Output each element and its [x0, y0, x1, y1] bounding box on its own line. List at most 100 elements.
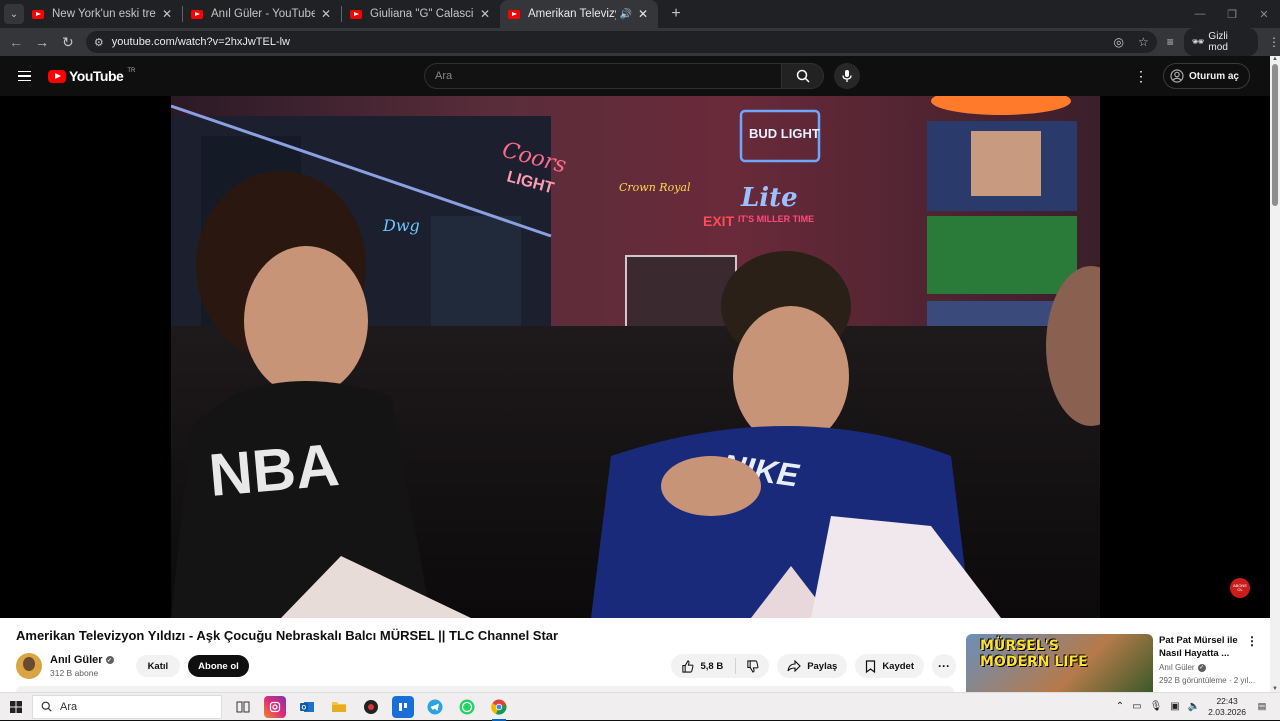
- suggested-channel[interactable]: Anıl Güler: [1159, 663, 1195, 672]
- watch-metadata: Amerikan Televizyon Yıldızı - Aşk Çocuğu…: [0, 618, 1270, 692]
- svg-text:NBA: NBA: [206, 431, 341, 509]
- suggested-meta: 292 B görüntüleme · 2 yıl...: [1159, 676, 1256, 685]
- suggested-title[interactable]: Pat Pat Mürsel ile Nasıl Hayatta ...: [1159, 634, 1249, 660]
- incognito-label: Gizli mod: [1208, 31, 1228, 53]
- svg-text:IT'S MILLER TIME: IT'S MILLER TIME: [738, 214, 814, 224]
- chrome-icon[interactable]: [488, 696, 510, 721]
- sign-in-label: Oturum aç: [1188, 70, 1239, 82]
- restore-icon[interactable]: ❐: [1216, 8, 1248, 21]
- share-label: Paylaş: [807, 660, 838, 672]
- notifications-icon[interactable]: ▤: [1254, 700, 1270, 714]
- close-icon[interactable]: ✕: [160, 7, 174, 21]
- suggested-video[interactable]: MÜRSEL'S MODERN LIFE Pat Pat Mürsel ile …: [966, 634, 1266, 692]
- site-info-icon[interactable]: ⚙: [94, 36, 104, 49]
- search-input[interactable]: [435, 70, 781, 82]
- more-vert-icon[interactable]: ⋮: [1246, 634, 1258, 648]
- device-icon[interactable]: ▭: [1132, 701, 1141, 712]
- url-text[interactable]: youtube.com/watch?v=2hxJwTEL-lw: [112, 36, 1114, 48]
- subscribe-watermark[interactable]: ABONE OL: [1230, 578, 1250, 598]
- incognito-badge[interactable]: 🕶 Gizli mod: [1183, 28, 1258, 56]
- menu-icon[interactable]: [0, 70, 48, 82]
- black-app-icon[interactable]: [360, 696, 382, 718]
- voice-search-button[interactable]: [834, 63, 860, 89]
- taskbar-clock[interactable]: 22:43 2.03.2026: [1208, 696, 1246, 718]
- media-control-icon[interactable]: ≡: [1167, 35, 1174, 49]
- browser-toolbar: ← → ↻ ⚙ youtube.com/watch?v=2hxJwTEL-lw …: [0, 28, 1280, 56]
- start-button[interactable]: [0, 700, 32, 713]
- video-frame[interactable]: Coors LIGHT Crown Royal BUD LIGHT Lite I…: [171, 96, 1100, 618]
- close-icon[interactable]: ✕: [636, 7, 650, 21]
- scroll-up-arrow-icon[interactable]: ▲: [1270, 56, 1280, 62]
- incognito-icon: 🕶: [1191, 36, 1205, 48]
- microphone-icon[interactable]: 🎙: [1150, 701, 1163, 712]
- clock-date: 2.03.2026: [1208, 706, 1246, 717]
- join-button[interactable]: Katıl: [135, 655, 181, 677]
- subscribe-button[interactable]: Abone ol: [188, 655, 249, 677]
- new-tab-button[interactable]: +: [664, 5, 688, 23]
- like-count: 5,8 B: [700, 660, 724, 672]
- tab-title: Anıl Güler - YouTube: [211, 8, 315, 20]
- file-explorer-icon[interactable]: [328, 696, 350, 718]
- windows-logo-icon: [10, 700, 22, 713]
- browser-tab-strip: ⌄ New York'un eski tren yolunda ✕ Anıl G…: [0, 0, 1280, 28]
- browser-tab[interactable]: Anıl Güler - YouTube ✕: [183, 0, 341, 28]
- browser-menu-icon[interactable]: ⋮: [1268, 35, 1280, 49]
- share-icon: [787, 660, 801, 672]
- more-actions-button[interactable]: ···: [932, 654, 956, 678]
- logo-text: YouTube: [69, 68, 124, 84]
- taskbar-search[interactable]: Ara: [32, 694, 222, 719]
- youtube-logo-icon: [48, 69, 66, 83]
- video-player[interactable]: Coors LIGHT Crown Royal BUD LIGHT Lite I…: [0, 96, 1270, 618]
- forward-button[interactable]: →: [30, 30, 54, 54]
- youtube-header: YouTube TR ⋮ Oturum aç: [0, 56, 1270, 96]
- chevron-up-icon[interactable]: ⌃: [1116, 701, 1124, 712]
- country-code: TR: [127, 68, 136, 74]
- avatar[interactable]: [16, 653, 42, 679]
- tab-search-button[interactable]: ⌄: [4, 4, 24, 24]
- eye-off-icon[interactable]: ◎: [1113, 35, 1123, 49]
- close-icon[interactable]: ✕: [319, 7, 333, 21]
- video-title: Amerikan Televizyon Yıldızı - Aşk Çocuğu…: [16, 628, 559, 643]
- svg-text:Dwg: Dwg: [382, 216, 420, 235]
- browser-tab-active[interactable]: Amerikan Televizyon Yıldızı 🔊 ✕: [500, 0, 658, 28]
- save-button[interactable]: Kaydet: [855, 654, 924, 678]
- reload-button[interactable]: ↻: [56, 30, 80, 54]
- suggested-thumbnail[interactable]: MÜRSEL'S MODERN LIFE: [966, 634, 1153, 692]
- svg-text:Crown Royal: Crown Royal: [619, 181, 691, 194]
- dislike-button[interactable]: [736, 659, 769, 673]
- back-button[interactable]: ←: [4, 30, 28, 54]
- svg-text:BUD LIGHT: BUD LIGHT: [749, 126, 820, 141]
- minimize-icon[interactable]: —: [1184, 8, 1216, 21]
- sign-in-button[interactable]: Oturum aç: [1162, 63, 1250, 89]
- scrollbar-thumb[interactable]: [1272, 64, 1278, 206]
- instagram-icon[interactable]: [264, 695, 286, 718]
- microphone-icon: [842, 70, 852, 82]
- browser-tab[interactable]: New York'un eski tren yolunda ✕: [24, 0, 182, 28]
- close-window-icon[interactable]: ✕: [1248, 8, 1280, 21]
- address-bar[interactable]: ⚙ youtube.com/watch?v=2hxJwTEL-lw ◎ ☆: [85, 31, 1157, 53]
- page-scrollbar[interactable]: ▲ ▼: [1270, 56, 1280, 692]
- channel-name[interactable]: Anıl Güler: [50, 654, 103, 666]
- whatsapp-icon[interactable]: [456, 696, 478, 718]
- thumbnail-text: MODERN LIFE: [980, 654, 1088, 670]
- search-icon: [41, 701, 52, 712]
- volume-icon[interactable]: 🔈: [1188, 701, 1200, 712]
- task-view-icon[interactable]: [232, 696, 254, 718]
- like-button[interactable]: 5,8 B: [671, 658, 737, 674]
- bookmark-star-icon[interactable]: ☆: [1138, 35, 1149, 49]
- browser-tab[interactable]: Giuliana "G" Calascibetta - You ✕: [342, 0, 500, 28]
- youtube-logo[interactable]: YouTube TR: [48, 68, 135, 84]
- network-icon[interactable]: ▣: [1170, 701, 1179, 712]
- telegram-icon[interactable]: [424, 696, 446, 718]
- share-button[interactable]: Paylaş: [777, 654, 848, 678]
- search-button[interactable]: [782, 63, 824, 89]
- windows-taskbar: Ara O ⌃ ▭ 🎙 ▣ �: [0, 692, 1280, 721]
- settings-more-icon[interactable]: ⋮: [1133, 68, 1149, 85]
- like-dislike-group: 5,8 B: [671, 654, 770, 678]
- search-box[interactable]: [424, 63, 782, 89]
- outlook-icon[interactable]: O: [296, 696, 318, 718]
- speaker-icon[interactable]: 🔊: [620, 9, 632, 20]
- search-icon: [796, 69, 810, 83]
- blue-app-icon[interactable]: [392, 695, 414, 718]
- close-icon[interactable]: ✕: [478, 7, 492, 21]
